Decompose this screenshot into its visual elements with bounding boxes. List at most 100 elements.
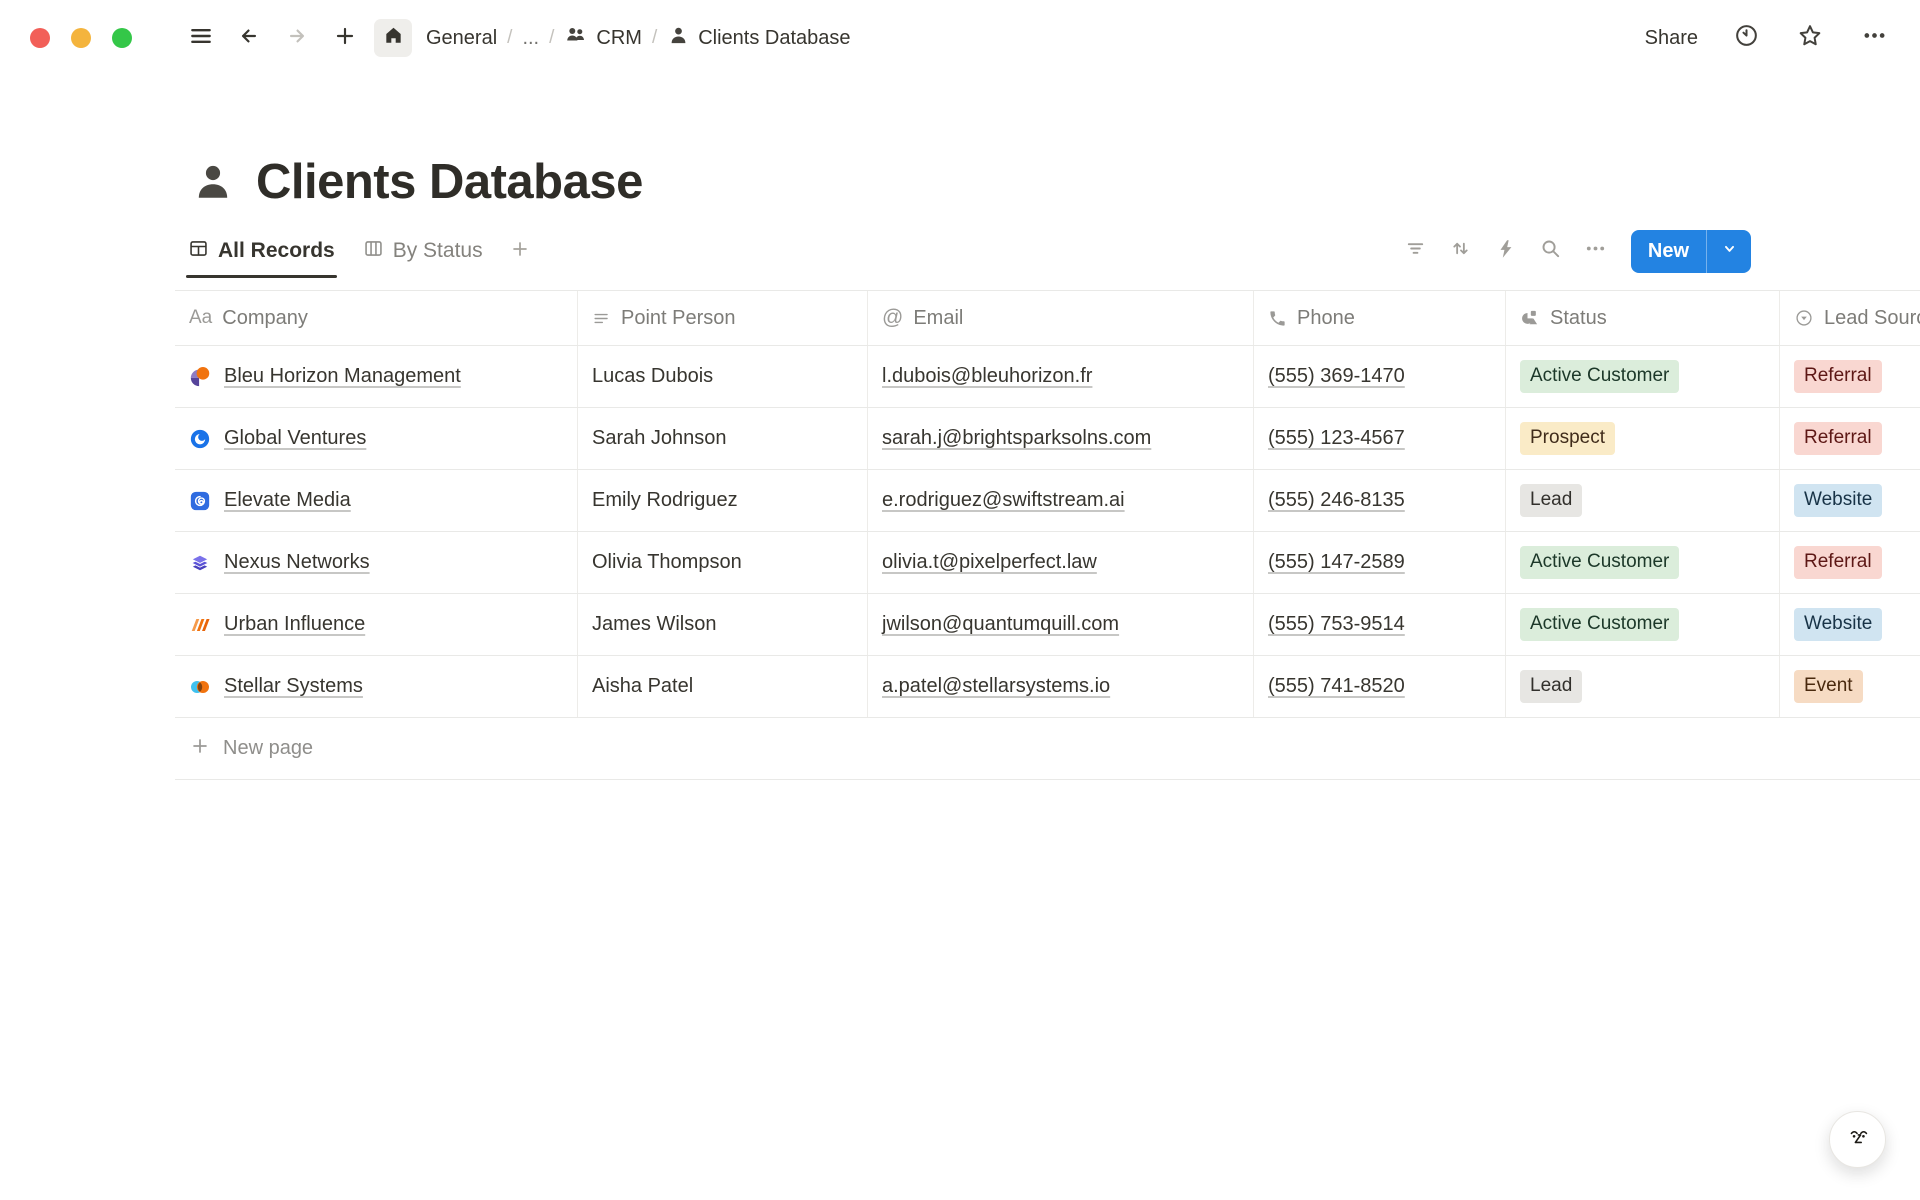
- column-header-phone[interactable]: Status Phone: [1254, 291, 1506, 345]
- status-cell[interactable]: Active Customer: [1506, 594, 1780, 655]
- status-cell[interactable]: Lead: [1506, 656, 1780, 717]
- column-header-email[interactable]: @ Email: [868, 291, 1254, 345]
- lead-source-cell[interactable]: Website: [1780, 470, 1920, 531]
- sort-button[interactable]: [1443, 233, 1479, 269]
- email-link[interactable]: jwilson@quantumquill.com: [882, 613, 1119, 636]
- point-person-cell[interactable]: James Wilson: [578, 594, 868, 655]
- minimize-window-button[interactable]: [71, 28, 91, 48]
- forward-button[interactable]: [278, 19, 316, 57]
- share-button[interactable]: Share: [1645, 27, 1698, 50]
- email-cell[interactable]: a.patel@stellarsystems.io: [868, 656, 1254, 717]
- updates-button[interactable]: [1730, 22, 1762, 54]
- status-cell[interactable]: Active Customer: [1506, 346, 1780, 407]
- lead-source-cell[interactable]: Referral: [1780, 408, 1920, 469]
- lead-source-badge: Website: [1794, 484, 1882, 517]
- phone-cell[interactable]: (555) 123-4567: [1254, 408, 1506, 469]
- phone-cell[interactable]: (555) 369-1470: [1254, 346, 1506, 407]
- notion-ai-button[interactable]: [1829, 1111, 1886, 1168]
- lead-source-cell[interactable]: Referral: [1780, 532, 1920, 593]
- phone-cell[interactable]: (555) 753-9514: [1254, 594, 1506, 655]
- tab-label: All Records: [218, 239, 335, 263]
- column-header-lead-source[interactable]: Lead Source: [1780, 291, 1920, 345]
- point-person-cell[interactable]: Emily Rodriguez: [578, 470, 868, 531]
- email-cell[interactable]: l.dubois@bleuhorizon.fr: [868, 346, 1254, 407]
- point-person-text: Olivia Thompson: [592, 551, 742, 574]
- company-name-link[interactable]: Stellar Systems: [224, 675, 363, 698]
- new-page-row[interactable]: New page: [175, 718, 1920, 780]
- page-title[interactable]: Clients Database: [256, 154, 643, 210]
- phone-cell[interactable]: (555) 147-2589: [1254, 532, 1506, 593]
- lead-source-cell[interactable]: Website: [1780, 594, 1920, 655]
- status-cell[interactable]: Prospect: [1506, 408, 1780, 469]
- company-cell[interactable]: Urban Influence: [175, 594, 578, 655]
- phone-link[interactable]: (555) 246-8135: [1268, 489, 1405, 512]
- email-link[interactable]: olivia.t@pixelperfect.law: [882, 551, 1097, 574]
- company-name-link[interactable]: Urban Influence: [224, 613, 365, 636]
- favorite-button[interactable]: [1794, 22, 1826, 54]
- point-person-cell[interactable]: Lucas Dubois: [578, 346, 868, 407]
- company-name-link[interactable]: Nexus Networks: [224, 551, 370, 574]
- company-name-link[interactable]: Bleu Horizon Management: [224, 365, 461, 388]
- phone-link[interactable]: (555) 123-4567: [1268, 427, 1405, 450]
- company-cell[interactable]: Elevate Media: [175, 470, 578, 531]
- breadcrumb-item-crm[interactable]: CRM: [564, 23, 642, 53]
- company-cell[interactable]: Bleu Horizon Management: [175, 346, 578, 407]
- zoom-window-button[interactable]: [112, 28, 132, 48]
- phone-link[interactable]: (555) 147-2589: [1268, 551, 1405, 574]
- company-cell[interactable]: Stellar Systems: [175, 656, 578, 717]
- tab-all-records[interactable]: All Records: [178, 224, 345, 278]
- status-cell[interactable]: Active Customer: [1506, 532, 1780, 593]
- company-name-link[interactable]: Elevate Media: [224, 489, 351, 512]
- point-person-cell[interactable]: Sarah Johnson: [578, 408, 868, 469]
- company-cell[interactable]: Global Ventures: [175, 408, 578, 469]
- phone-link[interactable]: (555) 369-1470: [1268, 365, 1405, 388]
- sidebar-toggle-button[interactable]: [182, 19, 220, 57]
- lead-source-cell[interactable]: Event: [1780, 656, 1920, 717]
- tab-by-status[interactable]: By Status: [353, 224, 493, 278]
- add-view-button[interactable]: [501, 224, 539, 278]
- email-cell[interactable]: olivia.t@pixelperfect.law: [868, 532, 1254, 593]
- page-icon person-icon[interactable]: [190, 159, 236, 205]
- status-cell[interactable]: Lead: [1506, 470, 1780, 531]
- new-record-dropdown-button[interactable]: [1707, 230, 1751, 273]
- point-person-cell[interactable]: Aisha Patel: [578, 656, 868, 717]
- status-property-icon: [1520, 308, 1540, 328]
- view-options-button[interactable]: [1578, 233, 1614, 269]
- plus-icon: [509, 238, 531, 265]
- column-header-status[interactable]: Status: [1506, 291, 1780, 345]
- point-person-cell[interactable]: Olivia Thompson: [578, 532, 868, 593]
- email-cell[interactable]: jwilson@quantumquill.com: [868, 594, 1254, 655]
- column-header-company[interactable]: Aa Company: [175, 291, 578, 345]
- email-cell[interactable]: e.rodriguez@swiftstream.ai: [868, 470, 1254, 531]
- back-button[interactable]: [230, 19, 268, 57]
- breadcrumb-collapsed-button[interactable]: ...: [522, 27, 539, 50]
- close-window-button[interactable]: [30, 28, 50, 48]
- automations-button[interactable]: [1488, 233, 1524, 269]
- table-row: Stellar Systems Aisha Patel a.patel@stel…: [175, 656, 1920, 718]
- filter-button[interactable]: [1398, 233, 1434, 269]
- home-button[interactable]: [374, 19, 412, 57]
- more-actions-button[interactable]: [1858, 22, 1890, 54]
- traffic-lights: [30, 28, 132, 48]
- new-record-button[interactable]: New: [1631, 230, 1706, 273]
- email-cell[interactable]: sarah.j@brightsparksolns.com: [868, 408, 1254, 469]
- lead-source-cell[interactable]: Referral: [1780, 346, 1920, 407]
- phone-cell[interactable]: (555) 741-8520: [1254, 656, 1506, 717]
- clock-icon: [1733, 22, 1760, 54]
- company-cell[interactable]: Nexus Networks: [175, 532, 578, 593]
- email-link[interactable]: a.patel@stellarsystems.io: [882, 675, 1110, 698]
- phone-cell[interactable]: (555) 246-8135: [1254, 470, 1506, 531]
- email-link[interactable]: e.rodriguez@swiftstream.ai: [882, 489, 1125, 512]
- email-link[interactable]: l.dubois@bleuhorizon.fr: [882, 365, 1092, 388]
- email-link[interactable]: sarah.j@brightsparksolns.com: [882, 427, 1151, 450]
- company-name-link[interactable]: Global Ventures: [224, 427, 366, 450]
- breadcrumb-item-clients-database[interactable]: Clients Database: [667, 24, 850, 53]
- phone-link[interactable]: (555) 741-8520: [1268, 675, 1405, 698]
- tab-label: By Status: [393, 239, 483, 263]
- new-tab-button[interactable]: [326, 19, 364, 57]
- search-button[interactable]: [1533, 233, 1569, 269]
- breadcrumb-item-general[interactable]: General: [426, 27, 497, 50]
- column-label: Company: [222, 307, 308, 330]
- column-header-point-person[interactable]: Point Person: [578, 291, 868, 345]
- phone-link[interactable]: (555) 753-9514: [1268, 613, 1405, 636]
